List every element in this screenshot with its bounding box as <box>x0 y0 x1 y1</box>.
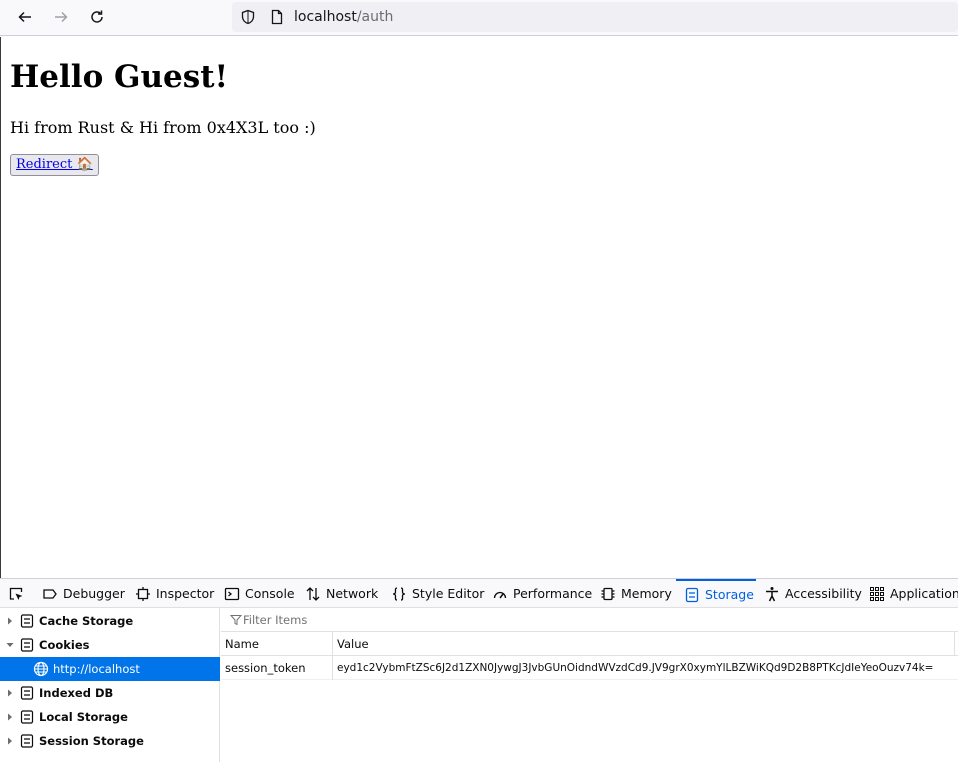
tab-label: Debugger <box>63 586 125 601</box>
style-editor-icon <box>392 586 406 601</box>
performance-icon <box>493 591 507 598</box>
tab-application[interactable]: Application <box>869 579 958 608</box>
url-path: /auth <box>356 9 394 25</box>
chevron-right-icon[interactable] <box>5 616 15 626</box>
url-bar[interactable]: localhost/auth <box>232 2 958 32</box>
sidebar-item-label: Local Storage <box>39 710 128 724</box>
storage-icon <box>20 734 34 748</box>
tab-label: Inspector <box>156 586 215 601</box>
memory-icon <box>601 587 615 600</box>
storage-icon <box>685 587 699 602</box>
browser-toolbar: localhost/auth <box>0 0 958 36</box>
storage-icon <box>20 686 34 700</box>
tab-memory[interactable]: Memory <box>600 579 672 608</box>
column-header-name[interactable]: Name <box>221 632 333 656</box>
sidebar-item-label: Cookies <box>39 638 90 652</box>
tab-label: Network <box>326 586 379 601</box>
tab-label: Style Editor <box>412 586 485 601</box>
storage-icon <box>20 638 34 652</box>
redirect-button[interactable]: Redirect 🏠 <box>10 154 99 176</box>
inspector-icon <box>136 586 150 601</box>
sidebar-item-cache-storage[interactable]: Cache Storage <box>0 609 220 633</box>
network-icon <box>306 586 320 601</box>
storage-icon <box>20 614 34 628</box>
sidebar-item-label: http://localhost <box>53 662 140 676</box>
filter-bar <box>221 608 958 632</box>
page-heading: Hello Guest! <box>10 59 229 95</box>
page-icon[interactable] <box>269 9 285 25</box>
sidebar-item-cookies[interactable]: Cookies <box>0 633 220 657</box>
sidebar-item-indexed-db[interactable]: Indexed DB <box>0 681 220 705</box>
tab-storage[interactable]: Storage <box>676 579 756 608</box>
tab-inspector[interactable]: Inspector <box>135 579 214 608</box>
storage-icon <box>20 710 34 724</box>
url-host: localhost <box>294 9 357 25</box>
redirect-link[interactable]: Redirect 🏠 <box>16 157 93 172</box>
globe-icon <box>33 661 49 677</box>
application-icon <box>870 586 884 601</box>
chevron-right-icon[interactable] <box>5 688 15 698</box>
sidebar-item-session-storage[interactable]: Session Storage <box>0 729 220 753</box>
tab-network[interactable]: Network <box>305 579 378 608</box>
tab-label: Storage <box>705 587 754 602</box>
tab-console[interactable]: Console <box>224 579 295 608</box>
tab-style-editor[interactable]: Style Editor <box>391 579 484 608</box>
page-viewport: Hello Guest! Hi from Rust & Hi from 0x4X… <box>0 37 958 578</box>
element-picker-button[interactable] <box>8 579 29 608</box>
chevron-right-icon[interactable] <box>5 736 15 746</box>
chevron-right-icon[interactable] <box>5 712 15 722</box>
arrow-right-icon <box>55 11 68 23</box>
tab-accessibility[interactable]: Accessibility <box>764 579 862 608</box>
tab-label: Accessibility <box>785 586 862 601</box>
sidebar-item-localhost[interactable]: http://localhost <box>0 657 220 681</box>
column-header-value[interactable]: Value <box>333 632 955 656</box>
console-icon <box>224 587 240 600</box>
debugger-icon <box>43 588 57 599</box>
storage-sidebar: Cache Storage Cookies http://localhost I… <box>0 608 220 762</box>
reload-button[interactable] <box>82 2 112 32</box>
shield-icon[interactable] <box>240 9 256 25</box>
filter-icon <box>230 614 242 625</box>
reload-icon <box>91 10 103 23</box>
chevron-down-icon[interactable] <box>5 640 15 650</box>
table-header: Name Value <box>221 632 958 656</box>
devtools-tabbar: Debugger Inspector Console Network Style… <box>0 579 958 608</box>
tab-debugger[interactable]: Debugger <box>42 579 125 608</box>
sidebar-item-label: Session Storage <box>39 734 144 748</box>
cookie-value-cell[interactable]: eyd1c2VybmFtZSc6J2d1ZXN0JywgJ3JvbGUnOidn… <box>333 656 955 680</box>
tab-label: Memory <box>621 586 672 601</box>
tab-label: Console <box>245 586 295 601</box>
page-message: Hi from Rust & Hi from 0x4X3L too :) <box>10 118 316 137</box>
tab-performance[interactable]: Performance <box>492 579 592 608</box>
url-text[interactable]: localhost/auth <box>294 8 393 26</box>
tab-label: Performance <box>513 586 593 601</box>
forward-button[interactable] <box>46 2 76 32</box>
cookie-table: Name Value session_token eyd1c2VybmFtZSc… <box>221 608 958 762</box>
tab-label: Application <box>890 586 958 601</box>
back-button[interactable] <box>10 2 40 32</box>
sidebar-item-label: Cache Storage <box>39 614 134 628</box>
filter-input[interactable] <box>243 611 643 629</box>
sidebar-item-label: Indexed DB <box>39 686 114 700</box>
accessibility-icon <box>766 586 778 601</box>
sidebar-item-local-storage[interactable]: Local Storage <box>0 705 220 729</box>
arrow-left-icon <box>18 11 31 23</box>
element-picker-icon <box>9 587 23 600</box>
table-row[interactable]: session_token eyd1c2VybmFtZSc6J2d1ZXN0Jy… <box>221 656 958 680</box>
devtools-panel: Debugger Inspector Console Network Style… <box>0 578 958 762</box>
cookie-name-cell[interactable]: session_token <box>221 656 333 680</box>
